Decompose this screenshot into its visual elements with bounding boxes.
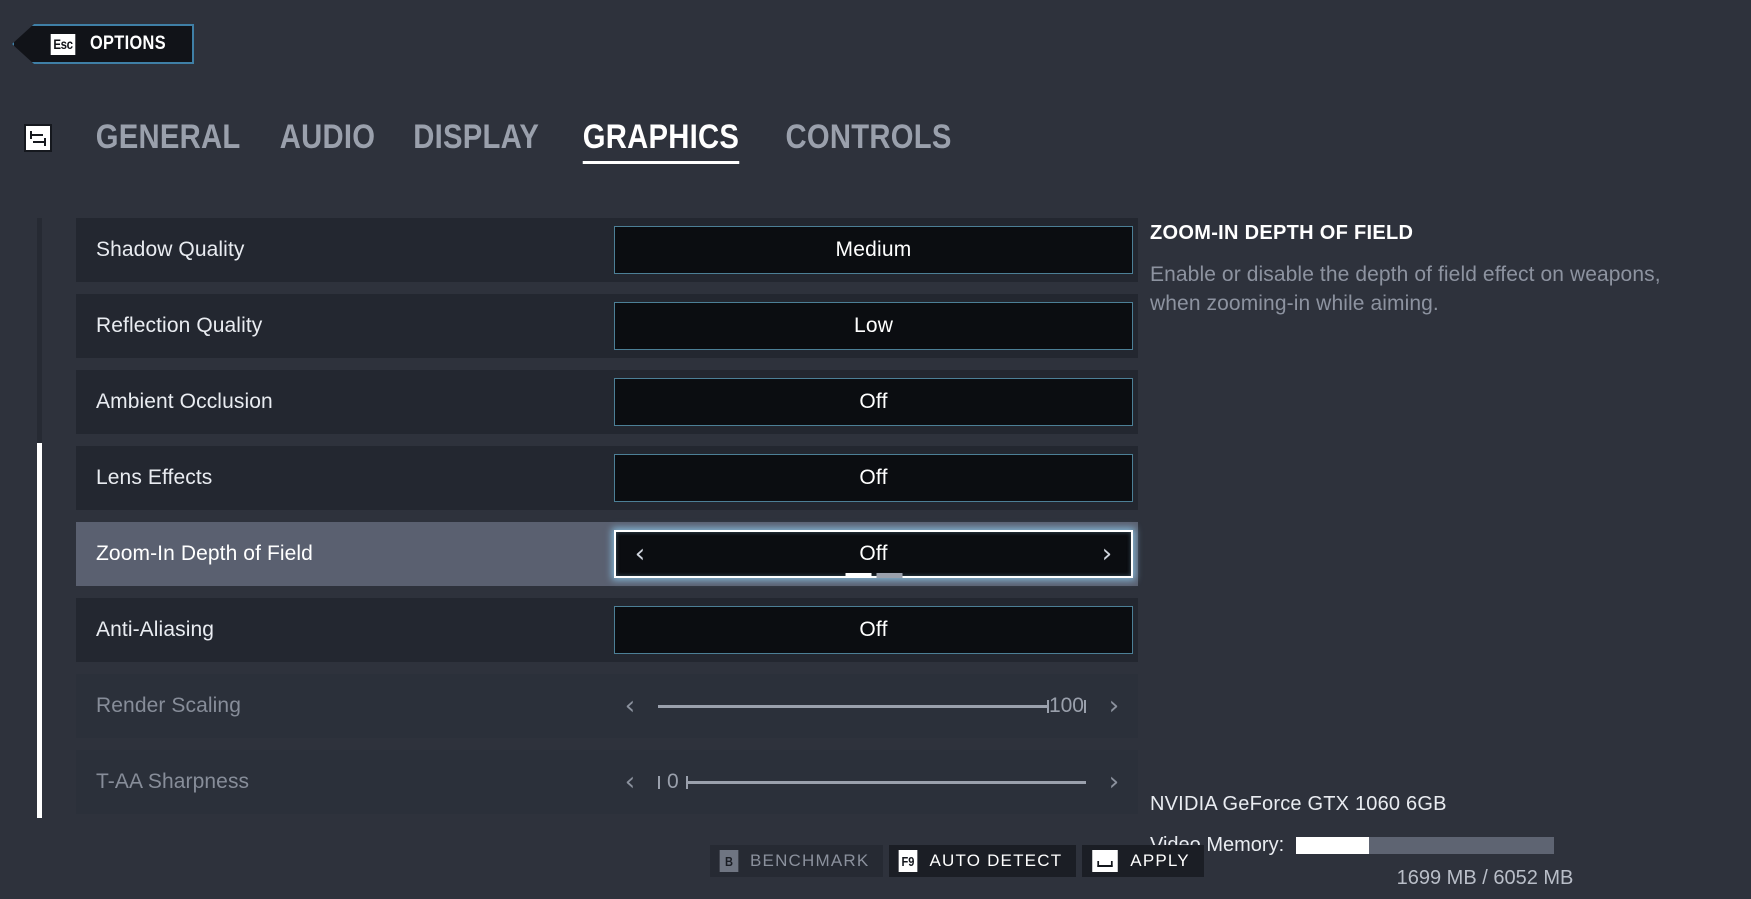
chevron-left-icon[interactable]: ‹ [622,532,658,576]
chevron-left-icon: ‹ [624,767,636,797]
apply-label: APPLY [1130,851,1190,870]
setting-value-box[interactable]: ‹ Off › [614,530,1133,578]
options-back-badge[interactable]: Esc OPTIONS [12,24,195,64]
setting-value: Off [859,466,888,489]
setting-value-box[interactable]: Off [614,454,1133,502]
setting-row-taa-sharpness: T-AA Sharpness ‹ › 0 [76,750,1138,814]
key-f9-icon: F9 [899,850,918,872]
gpu-name: NVIDIA GeForce GTX 1060 6GB [1150,793,1447,815]
tab-display[interactable]: DISPLAY [414,120,540,164]
key-b-icon: B [719,850,739,872]
setting-row-zoom-in-depth-of-field[interactable]: Zoom-In Depth of Field ‹ Off › [76,522,1138,586]
setting-row-render-scaling: Render Scaling ‹ › 100 [76,674,1138,738]
video-memory-row: Video Memory: [1150,834,1710,857]
chevron-right-icon: › [1108,691,1120,721]
slider-track [687,780,1086,784]
chevron-right-icon[interactable]: › [1089,532,1125,576]
settings-list: Shadow Quality Medium Reflection Quality… [76,218,1138,826]
setting-value-box[interactable]: Off [614,606,1133,654]
key-space-icon [1092,850,1119,872]
setting-label-cell: Ambient Occlusion [76,370,606,434]
setting-label-cell: Zoom-In Depth of Field [76,522,606,586]
action-button-bar: B BENCHMARK F9 AUTO DETECT APPLY [710,845,1204,877]
render-scaling-slider: 100 [658,682,1086,730]
sliders-icon [24,124,52,152]
setting-label: Anti-Aliasing [96,618,215,641]
setting-label: Ambient Occlusion [96,390,273,413]
setting-value-cell[interactable]: ‹ Off › [606,522,1138,586]
setting-value-box[interactable]: Off [614,378,1133,426]
gpu-info: NVIDIA GeForce GTX 1060 6GB Video Memory… [1150,793,1710,890]
setting-value: Off [859,390,888,413]
setting-row-ambient-occlusion[interactable]: Ambient Occlusion Off [76,370,1138,434]
options-label: OPTIONS [90,33,166,54]
settings-scrollbar-track[interactable] [37,218,42,818]
auto-detect-label: AUTO DETECT [929,851,1063,870]
setting-value: Off [859,618,888,641]
slider-tick [1084,699,1086,713]
setting-label: Zoom-In Depth of Field [96,542,313,565]
setting-label: Reflection Quality [96,314,263,337]
setting-value: Off [859,542,888,565]
setting-label: T-AA Sharpness [96,770,250,793]
page-dot [876,573,902,578]
option-page-indicator [845,573,902,578]
tab-bar: GENERAL AUDIO DISPLAY GRAPHICS CONTROLS [24,104,975,164]
settings-scrollbar-thumb[interactable] [37,443,42,818]
info-title: ZOOM-IN DEPTH OF FIELD [1150,222,1414,244]
setting-value-cell[interactable]: Off [606,446,1138,510]
info-description: Enable or disable the depth of field eff… [1150,263,1661,315]
setting-row-shadow-quality[interactable]: Shadow Quality Medium [76,218,1138,282]
video-memory-fill [1296,837,1369,854]
setting-info-panel: ZOOM-IN DEPTH OF FIELD Enable or disable… [1150,222,1710,319]
setting-value-cell[interactable]: Low [606,294,1138,358]
video-memory-bar [1296,837,1555,854]
slider-tick [658,775,660,789]
options-back-shape[interactable]: Esc OPTIONS [12,24,195,64]
video-memory-text: 1699 MB / 6052 MB [1396,867,1574,889]
chevron-right-icon: › [1108,767,1120,797]
slider-track [658,704,1047,708]
setting-label-cell: T-AA Sharpness [76,750,606,814]
tab-general[interactable]: GENERAL [96,120,241,164]
setting-label: Shadow Quality [96,238,245,261]
setting-value-cell[interactable]: Medium [606,218,1138,282]
setting-label-cell: Anti-Aliasing [76,598,606,662]
auto-detect-button[interactable]: F9 AUTO DETECT [889,845,1077,877]
setting-value-cell: ‹ › 0 [606,750,1138,814]
setting-value-box[interactable]: Medium [614,226,1133,274]
setting-value: Medium [835,238,912,261]
setting-row-reflection-quality[interactable]: Reflection Quality Low [76,294,1138,358]
tab-audio[interactable]: AUDIO [280,120,376,164]
taa-sharpness-slider: 0 [658,758,1086,806]
benchmark-label: BENCHMARK [750,851,870,870]
setting-label: Render Scaling [96,694,241,717]
setting-label-cell: Lens Effects [76,446,606,510]
benchmark-button[interactable]: B BENCHMARK [710,845,884,877]
page-dot-active [845,573,871,578]
apply-button[interactable]: APPLY [1082,845,1204,877]
tab-graphics[interactable]: GRAPHICS [582,120,739,164]
setting-row-anti-aliasing[interactable]: Anti-Aliasing Off [76,598,1138,662]
setting-value-cell[interactable]: Off [606,370,1138,434]
setting-label-cell: Reflection Quality [76,294,606,358]
setting-slider-box: ‹ › 0 [606,758,1138,806]
slider-value: 0 [667,770,679,793]
tab-controls[interactable]: CONTROLS [785,120,951,164]
setting-slider-box: ‹ › 100 [606,682,1138,730]
setting-row-lens-effects[interactable]: Lens Effects Off [76,446,1138,510]
setting-label-cell: Render Scaling [76,674,606,738]
setting-label-cell: Shadow Quality [76,218,606,282]
setting-value: Low [853,314,894,337]
setting-value-cell[interactable]: Off [606,598,1138,662]
chevron-left-icon: ‹ [624,691,636,721]
setting-label: Lens Effects [96,466,213,489]
slider-value: 100 [1048,694,1084,717]
setting-value-cell: ‹ › 100 [606,674,1138,738]
esc-key-cap: Esc [50,33,76,55]
setting-value-box[interactable]: Low [614,302,1133,350]
